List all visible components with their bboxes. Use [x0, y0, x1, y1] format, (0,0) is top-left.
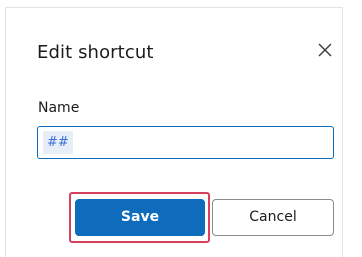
name-label: Name [38, 100, 80, 116]
dialog-title: Edit shortcut [37, 42, 154, 63]
name-input-value: ## [43, 131, 73, 154]
cancel-button[interactable]: Cancel [212, 199, 334, 236]
save-button[interactable]: Save [75, 199, 205, 236]
name-input[interactable]: ## [37, 126, 334, 159]
edit-shortcut-dialog: Edit shortcut Name ## Save Cancel [5, 7, 343, 257]
close-icon[interactable] [316, 41, 334, 59]
